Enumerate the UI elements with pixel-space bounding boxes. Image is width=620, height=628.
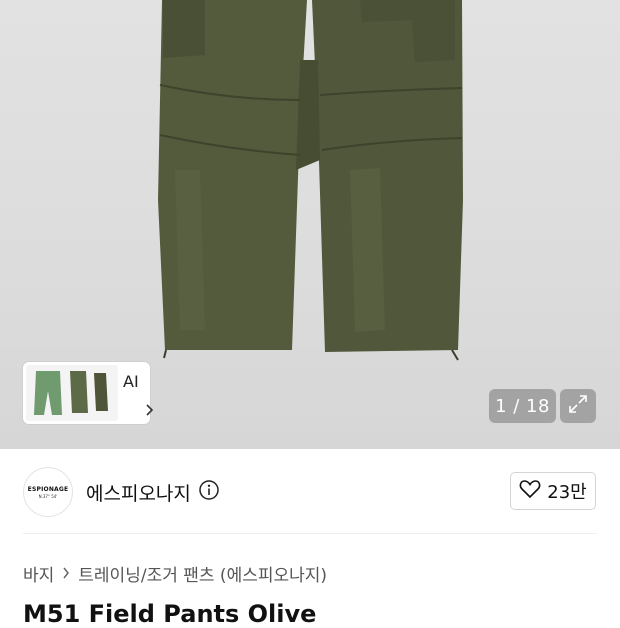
ai-label: AI: [123, 372, 139, 391]
product-title: M51 Field Pants Olive: [23, 600, 317, 628]
expand-button[interactable]: [560, 389, 596, 423]
breadcrumb: 바지 트레이닝/조거 팬츠 (에스피오나지): [23, 561, 327, 586]
breadcrumb-subcategory[interactable]: 트레이닝/조거 팬츠 (에스피오나지): [78, 561, 327, 586]
product-image-gallery[interactable]: AI 1 / 18: [0, 0, 620, 449]
divider: [23, 533, 597, 534]
like-button[interactable]: 23만: [510, 472, 596, 510]
brand-logo[interactable]: ESPIONAGE N.37° 54': [23, 467, 73, 517]
ai-thumbnail: [26, 365, 118, 421]
ai-similar-card[interactable]: AI: [23, 362, 154, 424]
brand-row: ESPIONAGE N.37° 54' 에스피오나지 23만: [0, 449, 620, 533]
breadcrumb-category[interactable]: 바지: [23, 561, 54, 586]
chevron-right-icon: [145, 402, 155, 421]
image-counter: 1 / 18: [489, 389, 556, 423]
expand-icon: [568, 394, 588, 418]
heart-icon: [519, 479, 541, 503]
like-count: 23만: [547, 482, 587, 503]
brand-logo-subtext: N.37° 54': [38, 493, 58, 499]
chevron-right-icon: [62, 564, 70, 584]
brand-name[interactable]: 에스피오나지: [86, 479, 191, 506]
brand-logo-text: ESPIONAGE: [27, 485, 69, 493]
info-icon[interactable]: [198, 479, 220, 505]
